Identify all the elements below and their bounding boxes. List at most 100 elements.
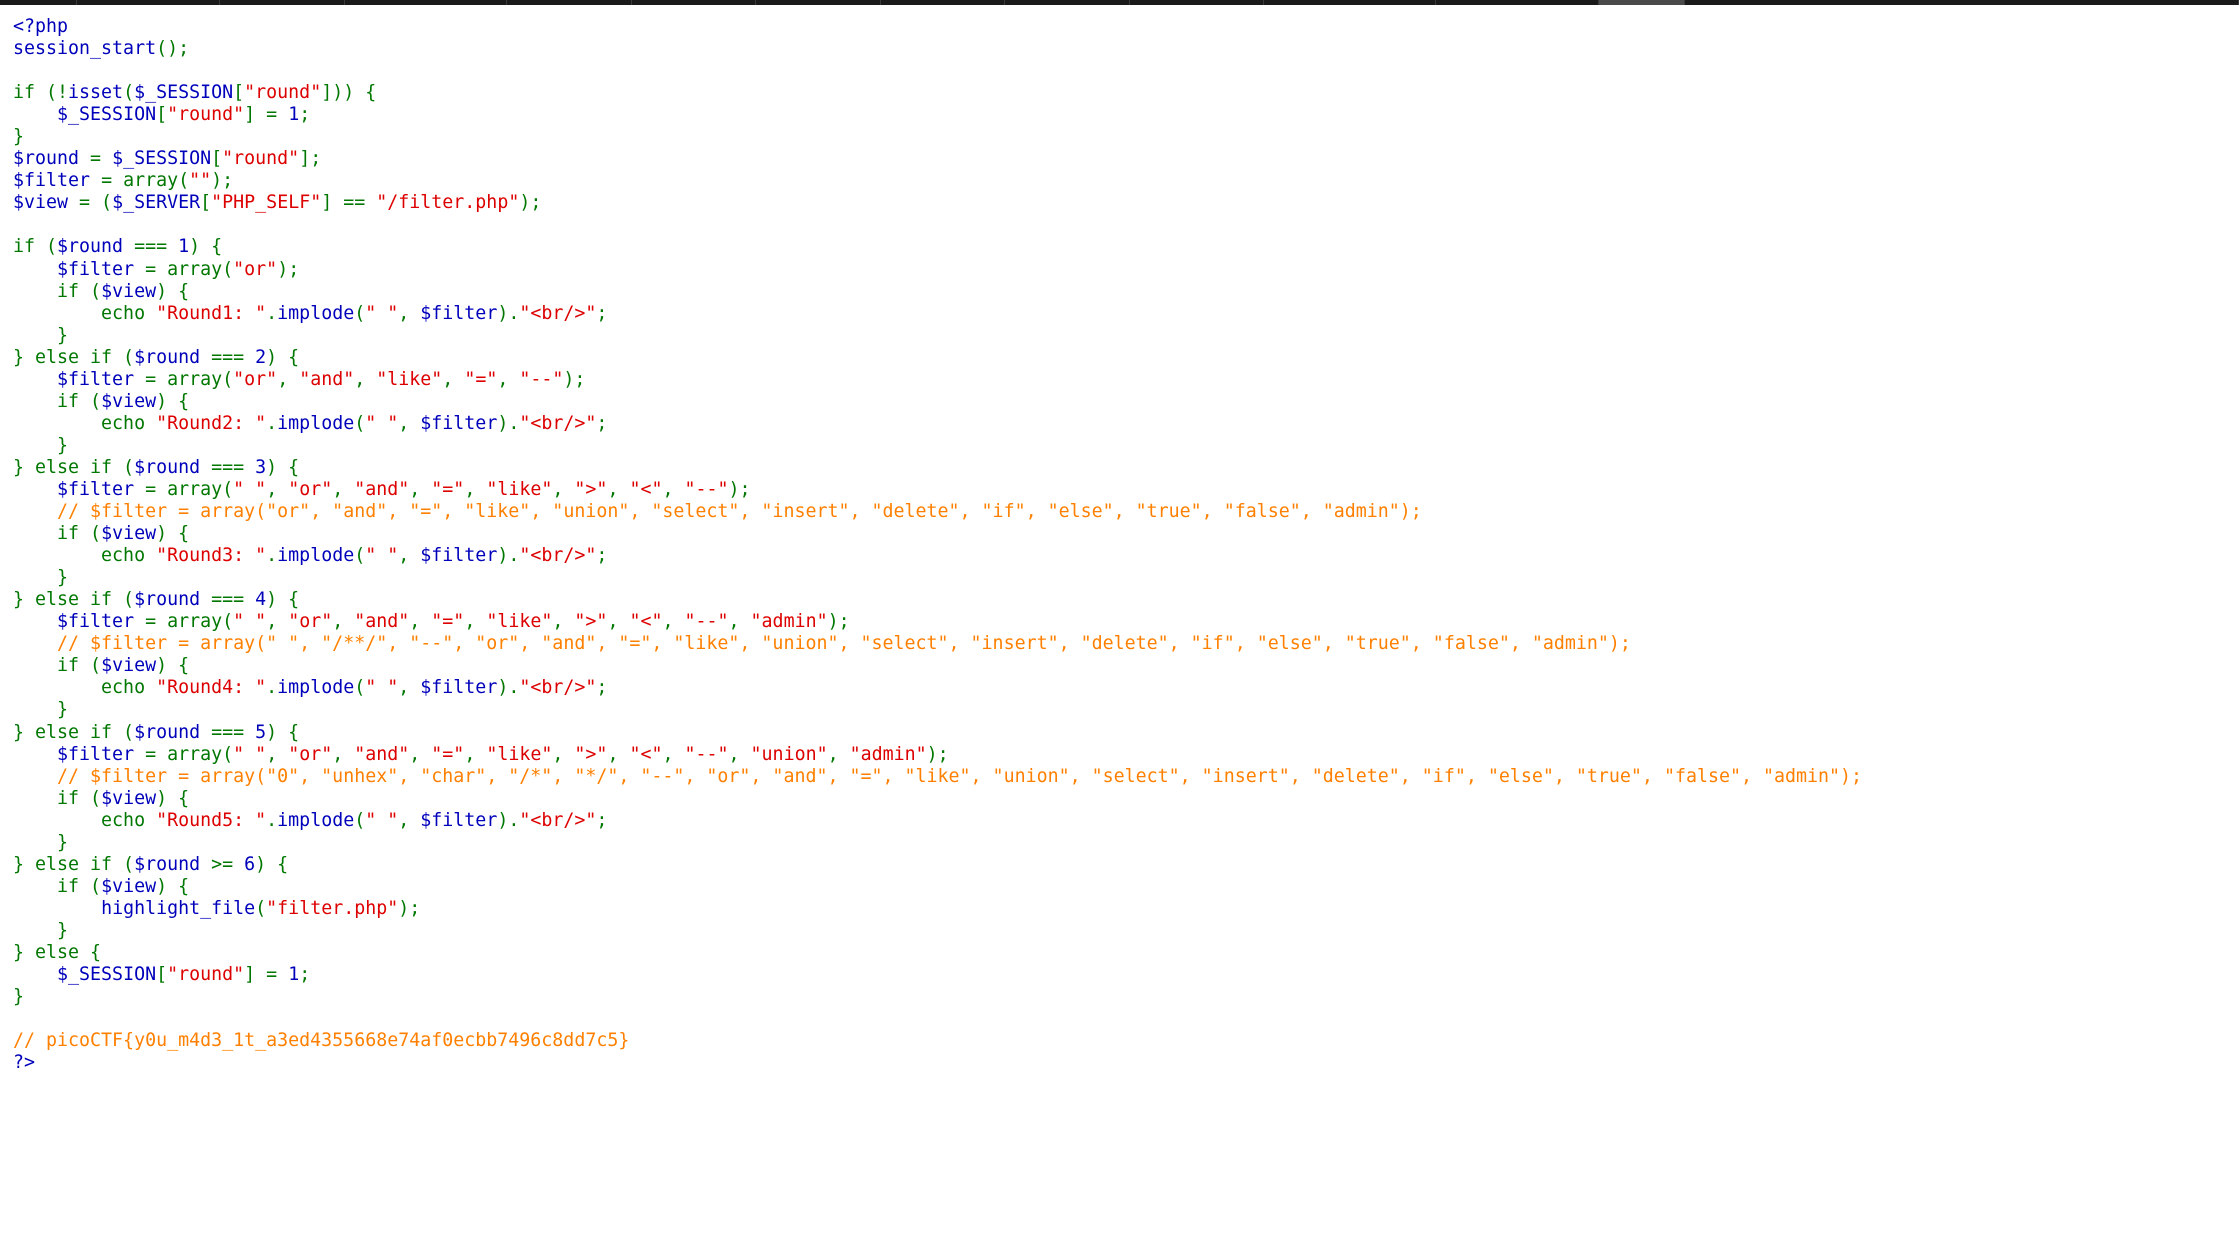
code-keyword — [13, 633, 57, 654]
code-line: $filter = array(" ", "or", "and", "=", "… — [13, 611, 1862, 633]
code-string: "--" — [684, 743, 729, 765]
code-keyword: } — [13, 434, 69, 456]
tab-segment[interactable] — [881, 0, 1006, 5]
code-string: "=" — [431, 743, 465, 765]
tab-segment[interactable] — [1005, 0, 1130, 5]
code-identifier: $filter — [420, 809, 498, 831]
code-line: $filter = array(" ", "or", "and", "=", "… — [13, 479, 1862, 501]
code-keyword: , — [277, 368, 300, 390]
code-keyword: , — [442, 368, 465, 390]
code-keyword: if (! — [13, 82, 69, 104]
code-keyword: [ — [156, 104, 168, 126]
code-identifier: $round — [57, 236, 135, 258]
code-string: "admin" — [750, 611, 828, 633]
code-keyword: echo — [13, 302, 157, 324]
code-identifier: isset — [68, 82, 124, 104]
code-keyword: ). — [497, 302, 520, 324]
code-keyword: , — [497, 368, 520, 390]
code-keyword: , — [266, 611, 289, 633]
code-identifier: 3 — [255, 456, 267, 478]
code-keyword: , — [332, 478, 355, 500]
code-keyword: ; — [596, 677, 608, 699]
tab-segment[interactable] — [507, 0, 632, 5]
code-keyword: ( — [354, 677, 366, 699]
code-keyword: ( — [255, 897, 267, 919]
code-keyword: [ — [233, 82, 245, 104]
code-keyword: . — [266, 545, 278, 567]
code-keyword: ( — [354, 412, 366, 434]
code-line: $filter = array("or"); — [13, 259, 1862, 281]
code-string: "like" — [376, 368, 443, 390]
code-string: "--" — [684, 611, 729, 633]
code-keyword: = array( — [101, 170, 190, 192]
code-identifier: 5 — [255, 721, 267, 743]
code-identifier: implode — [277, 809, 355, 831]
code-identifier: $round — [134, 721, 212, 743]
code-keyword: >= — [211, 853, 245, 875]
tab-segment[interactable] — [1264, 0, 1436, 5]
code-string: "or" — [233, 258, 278, 280]
code-line: if ($view) { — [13, 788, 1862, 810]
code-string: "and" — [354, 478, 410, 500]
code-string: "filter.php" — [266, 897, 399, 919]
code-line: } — [13, 920, 1862, 942]
tab-segment[interactable] — [345, 0, 508, 5]
code-identifier: $round — [134, 456, 212, 478]
highlighted-source-code: <?php session_start(); if (!isset($_SESSI… — [13, 16, 1862, 1074]
code-string: "and" — [354, 743, 410, 765]
code-keyword: ( — [123, 82, 135, 104]
code-string: "=" — [431, 478, 465, 500]
code-keyword: ); — [519, 192, 542, 214]
code-line: session_start(); — [13, 38, 1862, 60]
code-keyword: ); — [398, 897, 421, 919]
code-keyword: if ( — [13, 390, 102, 412]
code-identifier: $view — [13, 192, 80, 214]
code-keyword: ); — [827, 611, 850, 633]
browser-tab-strip — [0, 0, 2239, 5]
code-keyword: ); — [728, 478, 751, 500]
code-line: echo "Round3: ".implode(" ", $filter)."<… — [13, 545, 1862, 567]
tab-segment[interactable] — [756, 0, 881, 5]
code-string: "round" — [167, 104, 245, 126]
code-identifier: 1 — [178, 236, 190, 258]
code-keyword: === — [211, 721, 256, 743]
code-keyword: === — [211, 589, 256, 611]
code-line: if ($view) { — [13, 281, 1862, 303]
code-string: "<" — [629, 478, 663, 500]
code-keyword: , — [398, 677, 421, 699]
tab-segment[interactable] — [1130, 0, 1264, 5]
code-keyword: ). — [497, 412, 520, 434]
tab-segment-active[interactable] — [1598, 0, 1685, 5]
code-keyword — [13, 898, 101, 919]
code-keyword: , — [266, 478, 289, 500]
code-keyword: } else if ( — [13, 456, 135, 478]
code-line: $round = $_SESSION["round"]; — [13, 148, 1862, 170]
code-identifier: $round — [134, 853, 212, 875]
code-line: echo "Round4: ".implode(" ", $filter)."<… — [13, 677, 1862, 699]
tab-segment[interactable] — [0, 0, 77, 5]
code-keyword: = — [90, 148, 113, 170]
code-identifier: 4 — [255, 589, 267, 611]
code-string: ">" — [574, 611, 608, 633]
code-keyword: } — [13, 919, 69, 941]
tab-segment[interactable] — [220, 0, 345, 5]
code-line: } else if ($round === 2) { — [13, 347, 1862, 369]
code-identifier: $round — [134, 589, 212, 611]
code-keyword: . — [266, 677, 278, 699]
code-string: " " — [365, 809, 399, 831]
code-comment: // $filter = array("0", "unhex", "char",… — [57, 765, 1863, 787]
code-line: if (!isset($_SESSION["round"])) { — [13, 82, 1862, 104]
code-keyword: if ( — [13, 280, 102, 302]
code-keyword: ) { — [266, 589, 300, 611]
tab-segment[interactable] — [77, 0, 221, 5]
code-keyword: } — [13, 699, 69, 721]
code-keyword: if ( — [13, 655, 102, 677]
code-comment: // picoCTF{y0u_m4d3_1t_a3ed4355668e74af0… — [13, 1030, 630, 1052]
code-string: " " — [233, 611, 267, 633]
code-keyword: , — [552, 743, 575, 765]
tab-segment[interactable] — [1436, 0, 1599, 5]
code-line: <?php — [13, 16, 1862, 38]
code-identifier: $view — [101, 523, 157, 545]
tab-segment[interactable] — [632, 0, 757, 5]
